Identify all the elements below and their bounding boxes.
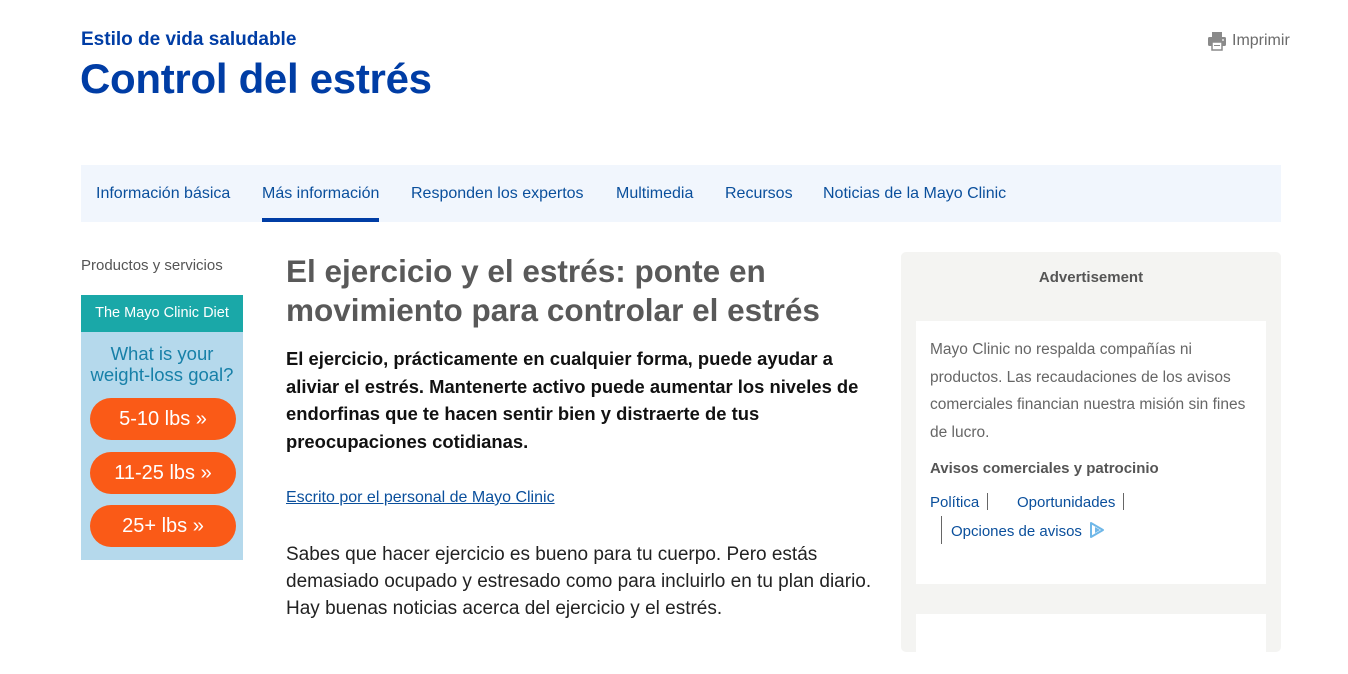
promo-button-5-10[interactable]: 5-10 lbs »: [90, 398, 236, 440]
promo-button-25-plus[interactable]: 25+ lbs »: [90, 505, 236, 547]
print-label: Imprimir: [1232, 32, 1290, 49]
article-title: El ejercicio y el estrés: ponte en movim…: [286, 253, 820, 328]
tab-responden-los-expertos[interactable]: Responden los expertos: [411, 165, 584, 222]
byline-link[interactable]: Escrito por el personal de Mayo Clinic: [286, 489, 555, 507]
section-tabbar: Información básica Más información Respo…: [81, 165, 1281, 222]
tab-informacion-basica[interactable]: Información básica: [96, 165, 230, 222]
link-divider: [941, 516, 942, 544]
link-divider: [987, 493, 988, 510]
opciones-avisos-link[interactable]: Opciones de avisos: [951, 521, 1106, 543]
tab-noticias[interactable]: Noticias de la Mayo Clinic: [823, 165, 1006, 222]
ad-subheading: Avisos comerciales y patrocinio: [930, 460, 1159, 477]
ad-sidebar: Advertisement Mayo Clinic no respalda co…: [901, 252, 1281, 674]
section-eyebrow: Estilo de vida saludable: [81, 29, 297, 50]
promo-question: What is your weight-loss goal?: [90, 343, 234, 385]
ad-disclaimer-card: Mayo Clinic no respalda compañías ni pro…: [916, 321, 1266, 584]
print-button[interactable]: Imprimir: [1207, 30, 1290, 52]
tab-multimedia[interactable]: Multimedia: [616, 165, 693, 222]
opciones-avisos-label: Opciones de avisos: [951, 522, 1082, 540]
promo-button-11-25[interactable]: 11-25 lbs »: [90, 452, 236, 494]
promo-header: The Mayo Clinic Diet: [81, 295, 243, 332]
ad-label: Advertisement: [1038, 269, 1144, 286]
mayo-diet-promo[interactable]: The Mayo Clinic Diet What is your weight…: [81, 295, 243, 560]
tab-mas-informacion[interactable]: Más información: [262, 165, 380, 222]
politica-link[interactable]: Política: [930, 494, 979, 511]
ad-slot: [916, 614, 1266, 674]
adchoices-icon: [1088, 521, 1106, 543]
article-lede: El ejercicio, prácticamente en cualquier…: [286, 348, 859, 452]
page-title: Control del estrés: [80, 55, 432, 102]
oportunidades-link[interactable]: Oportunidades: [1017, 494, 1115, 511]
article-body: Sabes que hacer ejercicio es bueno para …: [286, 544, 872, 619]
link-divider: [1123, 493, 1124, 510]
products-services-label: Productos y servicios: [81, 257, 223, 274]
tab-recursos[interactable]: Recursos: [725, 165, 793, 222]
ad-disclaimer: Mayo Clinic no respalda compañías ni pro…: [930, 341, 1246, 441]
printer-icon: [1207, 31, 1227, 51]
